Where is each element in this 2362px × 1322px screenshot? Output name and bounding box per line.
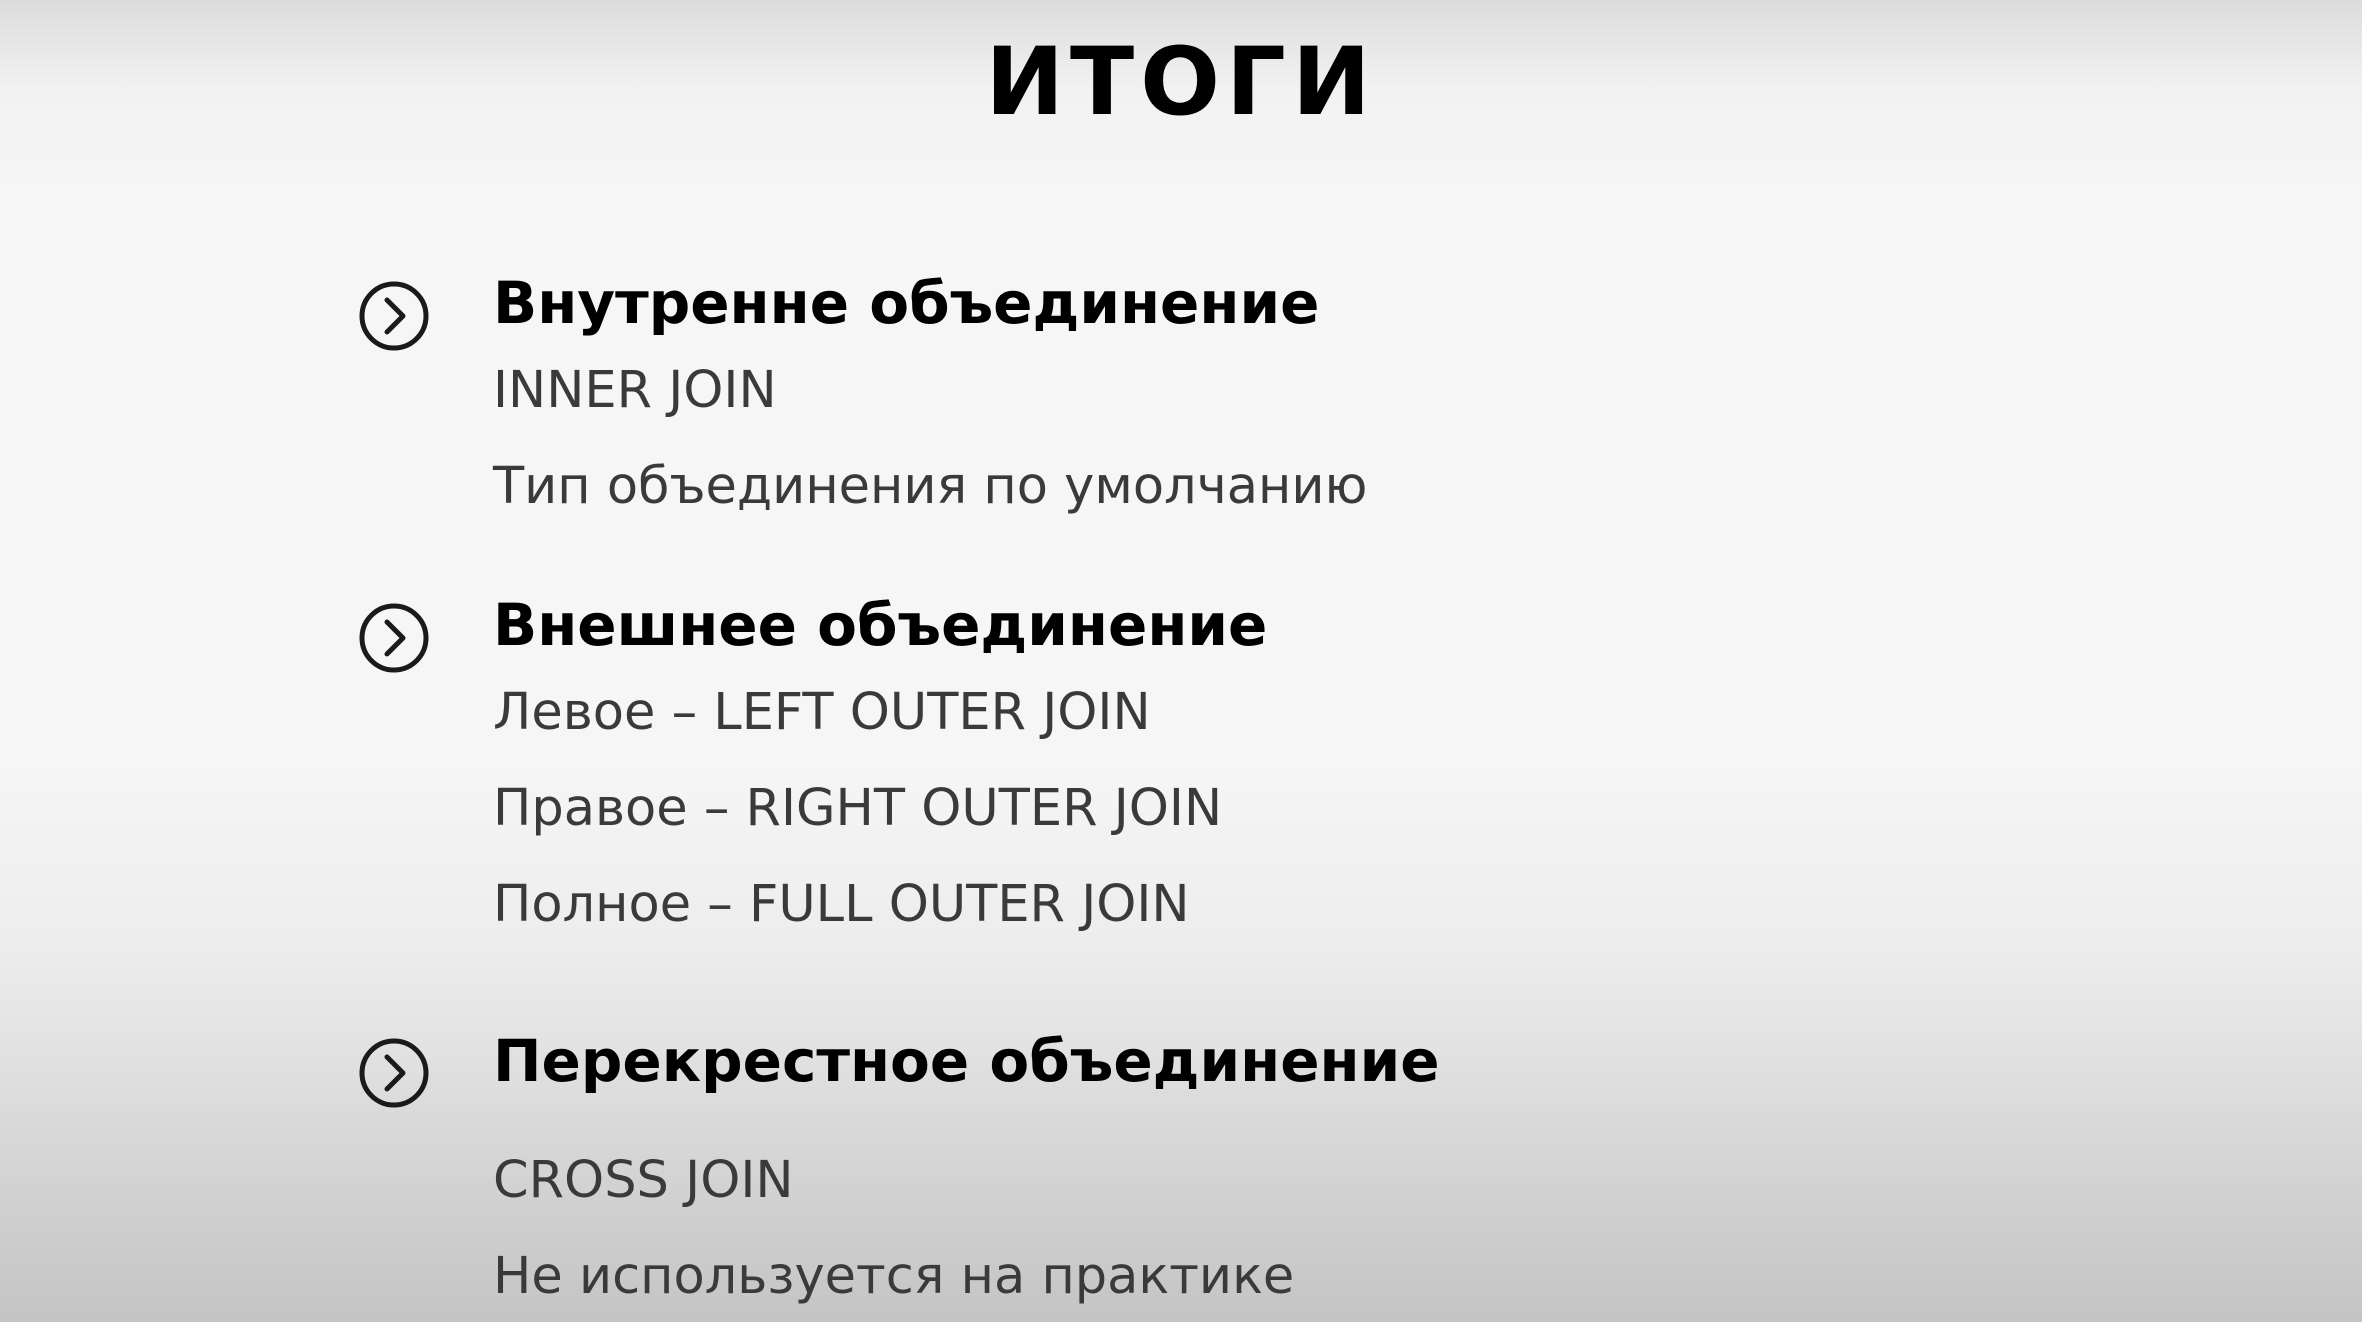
section-line: Тип объединения по умолчанию	[493, 457, 1368, 516]
section-line: Левое – LEFT OUTER JOIN	[493, 683, 1151, 742]
section-line: Не используется на практике	[493, 1247, 1295, 1306]
section-heading: Внутренне объединение	[493, 269, 1320, 337]
section-line: INNER JOIN	[493, 361, 777, 420]
section-line: Правое – RIGHT OUTER JOIN	[493, 779, 1223, 838]
section-heading: Перекрестное объединение	[493, 1027, 1440, 1095]
section-heading: Внешнее объединение	[493, 591, 1268, 659]
section-line: Полное – FULL OUTER JOIN	[493, 875, 1190, 934]
chevron-right-circle-icon	[358, 1037, 430, 1109]
slide: ИТОГИ Внутренне объединение INNER JOIN Т…	[0, 0, 2362, 1322]
chevron-right-circle-icon	[358, 602, 430, 674]
slide-title: ИТОГИ	[985, 28, 1377, 137]
chevron-right-circle-icon	[358, 280, 430, 352]
section-line: CROSS JOIN	[493, 1151, 794, 1210]
